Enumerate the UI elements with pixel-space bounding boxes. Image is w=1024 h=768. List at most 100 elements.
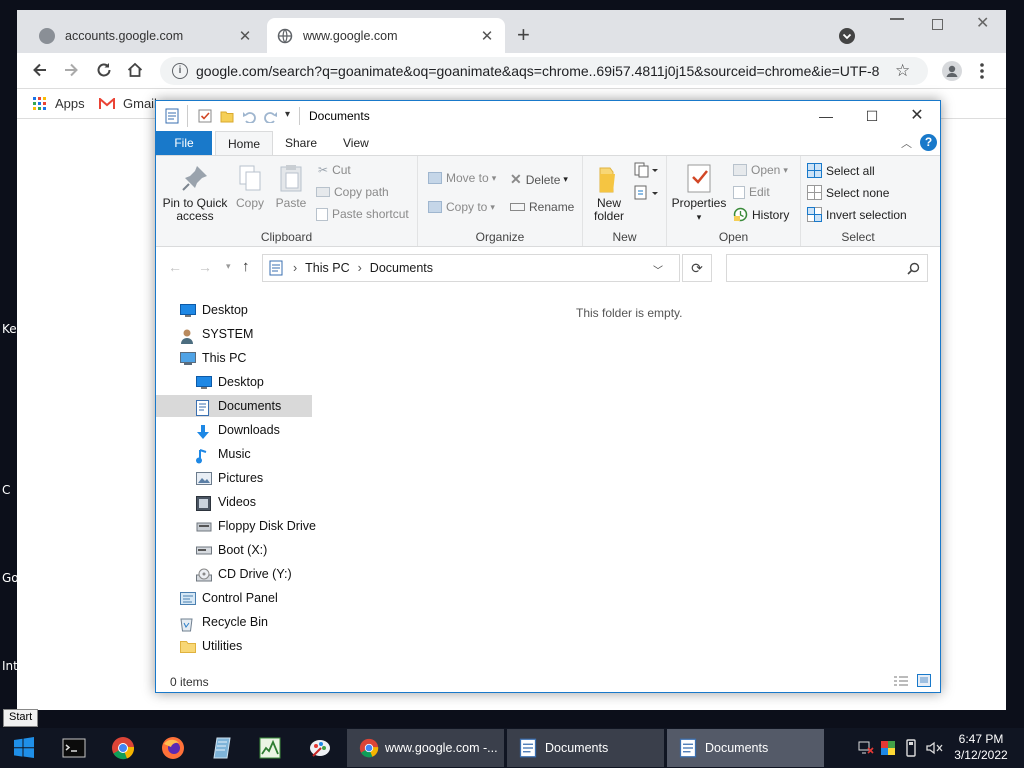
- network-icon[interactable]: [858, 741, 874, 755]
- menu-kebab-icon[interactable]: [979, 61, 985, 81]
- search-box[interactable]: [726, 254, 928, 282]
- firefox-icon[interactable]: [161, 736, 185, 760]
- recent-locations-icon[interactable]: ▾: [226, 261, 231, 272]
- tab-view[interactable]: View: [331, 131, 381, 155]
- taskbar-task-documents-active[interactable]: Documents: [667, 729, 824, 767]
- move-to-button[interactable]: Move to ▾: [428, 171, 496, 185]
- select-all-button[interactable]: Select all: [807, 163, 875, 178]
- nav-item-desktop[interactable]: Desktop: [156, 371, 312, 393]
- cut-button[interactable]: ✂ Cut: [318, 163, 351, 177]
- explorer-title-bar[interactable]: ▾ Documents — ☐ ✕: [156, 101, 940, 131]
- back-icon[interactable]: [29, 61, 51, 83]
- reload-icon[interactable]: [93, 61, 115, 83]
- paint-icon[interactable]: [308, 736, 332, 760]
- chrome-icon[interactable]: [111, 736, 135, 760]
- item-count: 0 items: [170, 675, 209, 689]
- copy-button[interactable]: Copy: [232, 162, 268, 210]
- task-manager-icon[interactable]: [258, 736, 282, 760]
- nav-item-pictures[interactable]: Pictures: [156, 467, 312, 489]
- nav-item-utilities[interactable]: Utilities: [156, 635, 312, 657]
- maximize-button[interactable]: ☐: [849, 101, 895, 131]
- history-button[interactable]: History: [733, 207, 789, 222]
- tab-search-button[interactable]: [839, 28, 855, 44]
- maximize-icon[interactable]: [932, 19, 943, 30]
- address-bar[interactable]: i google.com/search?q=goanimate&oq=goani…: [160, 57, 928, 85]
- details-view-icon[interactable]: [893, 675, 909, 687]
- minimize-icon[interactable]: [890, 18, 904, 20]
- nav-item-boot-x[interactable]: Boot (X:): [156, 539, 312, 561]
- pin-to-quick-access-button[interactable]: Pin to Quick access: [162, 162, 228, 223]
- copy-to-button[interactable]: Copy to ▾: [428, 200, 495, 214]
- tab-google[interactable]: www.google.com ✕: [267, 18, 505, 53]
- copy-path-button[interactable]: Copy path: [316, 185, 389, 199]
- undo-icon[interactable]: [242, 109, 256, 123]
- usb-device-icon[interactable]: [905, 739, 917, 757]
- minimize-button[interactable]: —: [803, 101, 849, 131]
- notepad-icon[interactable]: [210, 736, 234, 760]
- tab-accounts-google[interactable]: accounts.google.com ✕: [29, 18, 263, 53]
- nav-item-floppy-disk-drive[interactable]: Floppy Disk Drive: [156, 515, 316, 537]
- start-button[interactable]: [12, 736, 36, 760]
- nav-item-control-panel[interactable]: Control Panel: [156, 587, 312, 609]
- rename-button[interactable]: Rename: [510, 200, 574, 214]
- address-box[interactable]: › This PC › Documents ﹀: [262, 254, 680, 282]
- breadcrumb-chevron-icon: ›: [357, 261, 362, 275]
- large-icons-view-icon[interactable]: [917, 674, 931, 687]
- new-tab-button[interactable]: +: [517, 24, 530, 46]
- terminal-icon[interactable]: [62, 736, 86, 760]
- taskbar-task-documents[interactable]: Documents: [507, 729, 664, 767]
- easy-access-button[interactable]: [634, 185, 658, 204]
- paste-button[interactable]: Paste: [273, 162, 309, 210]
- nav-item-videos[interactable]: Videos: [156, 491, 312, 513]
- display-icon[interactable]: [880, 740, 896, 756]
- close-tab-icon[interactable]: ✕: [479, 27, 495, 45]
- home-icon[interactable]: [124, 61, 146, 83]
- tab-home[interactable]: Home: [215, 131, 274, 155]
- bookmark-apps[interactable]: Apps: [33, 96, 85, 111]
- up-arrow-icon[interactable]: ↑: [242, 258, 250, 275]
- edit-button[interactable]: Edit: [733, 185, 770, 199]
- close-window-icon[interactable]: ✕: [976, 13, 989, 33]
- redo-icon[interactable]: [264, 109, 278, 123]
- taskbar-task-chrome[interactable]: www.google.com -...: [347, 729, 504, 767]
- new-folder-quick-icon[interactable]: [220, 109, 234, 123]
- refresh-button[interactable]: ⟳: [682, 254, 712, 282]
- breadcrumb-this-pc[interactable]: This PC: [305, 261, 349, 275]
- paste-shortcut-button[interactable]: Paste shortcut: [316, 207, 409, 221]
- nav-item-downloads[interactable]: Downloads: [156, 419, 312, 441]
- move-to-icon: [428, 172, 442, 184]
- tab-share[interactable]: Share: [273, 131, 329, 155]
- properties-quick-icon[interactable]: [198, 109, 212, 123]
- properties-button[interactable]: Properties ▾: [671, 162, 727, 224]
- clock[interactable]: 6:47 PM 3/12/2022: [946, 731, 1016, 763]
- help-icon[interactable]: ?: [920, 134, 937, 151]
- nav-item-recycle-bin[interactable]: Recycle Bin: [156, 611, 312, 633]
- delete-button[interactable]: ✕ Delete ▾: [510, 171, 568, 188]
- nav-item-system[interactable]: SYSTEM: [156, 323, 312, 345]
- nav-item-documents[interactable]: Documents: [156, 395, 312, 417]
- nav-item-this-pc[interactable]: This PC: [156, 347, 312, 369]
- forward-icon[interactable]: [60, 61, 82, 83]
- forward-arrow-icon[interactable]: →: [198, 259, 212, 275]
- new-folder-button[interactable]: New folder: [589, 162, 629, 223]
- select-none-button[interactable]: Select none: [807, 185, 889, 200]
- new-item-button[interactable]: [634, 162, 658, 181]
- volume-muted-icon[interactable]: [926, 741, 944, 755]
- nav-item-desktop[interactable]: Desktop: [156, 299, 312, 321]
- invert-selection-button[interactable]: Invert selection: [807, 207, 907, 222]
- profile-icon[interactable]: [942, 61, 962, 81]
- nav-item-cd-drive-y[interactable]: CD Drive (Y:): [156, 563, 312, 585]
- customize-toolbar-icon[interactable]: ▾: [285, 109, 290, 120]
- nav-item-music[interactable]: Music: [156, 443, 312, 465]
- close-tab-icon[interactable]: ✕: [237, 27, 253, 45]
- back-arrow-icon[interactable]: ←: [168, 259, 182, 275]
- tab-file[interactable]: File: [156, 131, 212, 155]
- open-button[interactable]: Open ▾: [733, 163, 788, 177]
- site-info-icon[interactable]: i: [172, 63, 188, 79]
- bookmark-gmail[interactable]: Gmail: [99, 96, 157, 111]
- collapse-ribbon-icon[interactable]: ︿: [901, 135, 912, 151]
- address-dropdown-icon[interactable]: ﹀: [653, 262, 663, 277]
- bookmark-star-icon[interactable]: ☆: [895, 61, 910, 81]
- breadcrumb-documents[interactable]: Documents: [370, 261, 433, 275]
- close-button[interactable]: ✕: [894, 101, 940, 131]
